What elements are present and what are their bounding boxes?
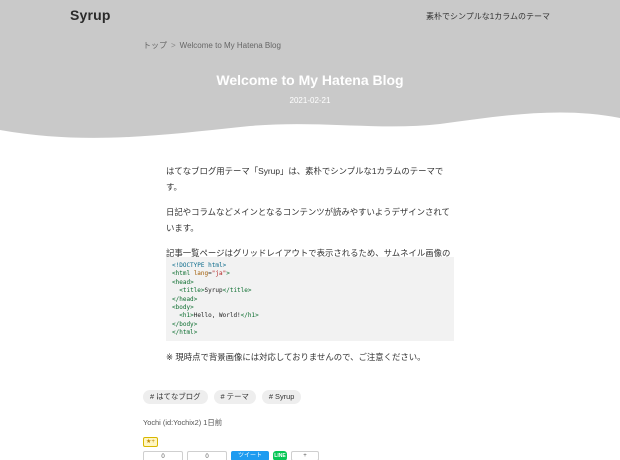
tag-hatena-blog[interactable]: # はてなブログ [143, 390, 208, 404]
entry-paragraph: はてなブログ用テーマ「Syrup」は、素朴でシンプルな1カラムのテーマです。 [166, 166, 444, 192]
code-line: </body> [172, 320, 198, 328]
code-line: </head> [172, 295, 198, 303]
tag-syrup[interactable]: # Syrup [261, 390, 302, 404]
code-line: <head> [172, 278, 194, 286]
more-share-button[interactable]: + [291, 451, 319, 460]
breadcrumb: トップ > Welcome to My Hatena Blog [143, 40, 281, 51]
hatena-bookmark-count-button[interactable]: 0 [143, 451, 183, 460]
code-line: <h1>Hello, World!</h1> [179, 312, 259, 320]
entry-paragraph: 日記やコラムなどメインとなるコンテンツが読みやすいようデザインされています。 [166, 207, 450, 233]
entry-note: ※ 現時点で背景画像には対応しておりませんので、ご注意ください。 [166, 352, 426, 362]
tag-theme[interactable]: # テーマ [213, 390, 256, 404]
breadcrumb-home-link[interactable]: トップ [143, 40, 167, 51]
code-line: </html> [172, 329, 198, 337]
breadcrumb-separator: > [171, 41, 176, 50]
share-buttons: 0 0 ツイート LINE + [143, 451, 319, 460]
tweet-button[interactable]: ツイート [231, 451, 269, 460]
code-block: <!DOCTYPE html> <html lang="ja"> <head> <t… [166, 257, 454, 341]
code-line: <body> [172, 304, 194, 312]
line-share-button[interactable]: LINE [273, 451, 287, 460]
entry-title[interactable]: Welcome to My Hatena Blog [0, 72, 620, 88]
add-star-button[interactable]: ★+ [143, 437, 158, 447]
breadcrumb-current[interactable]: Welcome to My Hatena Blog [180, 41, 281, 50]
facebook-share-count-button[interactable]: 0 [187, 451, 227, 460]
author-line[interactable]: Yochi (id:Yochix2) 1日前 [143, 417, 222, 428]
code-line: <title>Syrup</title> [179, 287, 252, 295]
entry-date[interactable]: 2021-02-21 [0, 96, 620, 105]
tag-list: # はてなブログ # テーマ # Syrup [143, 390, 302, 404]
site-title[interactable]: Syrup [70, 7, 111, 23]
code-line: <!DOCTYPE html> [172, 262, 227, 269]
code-line: <html lang="ja"> [172, 270, 230, 278]
site-description: 素朴でシンプルな1カラムのテーマ [426, 12, 550, 21]
